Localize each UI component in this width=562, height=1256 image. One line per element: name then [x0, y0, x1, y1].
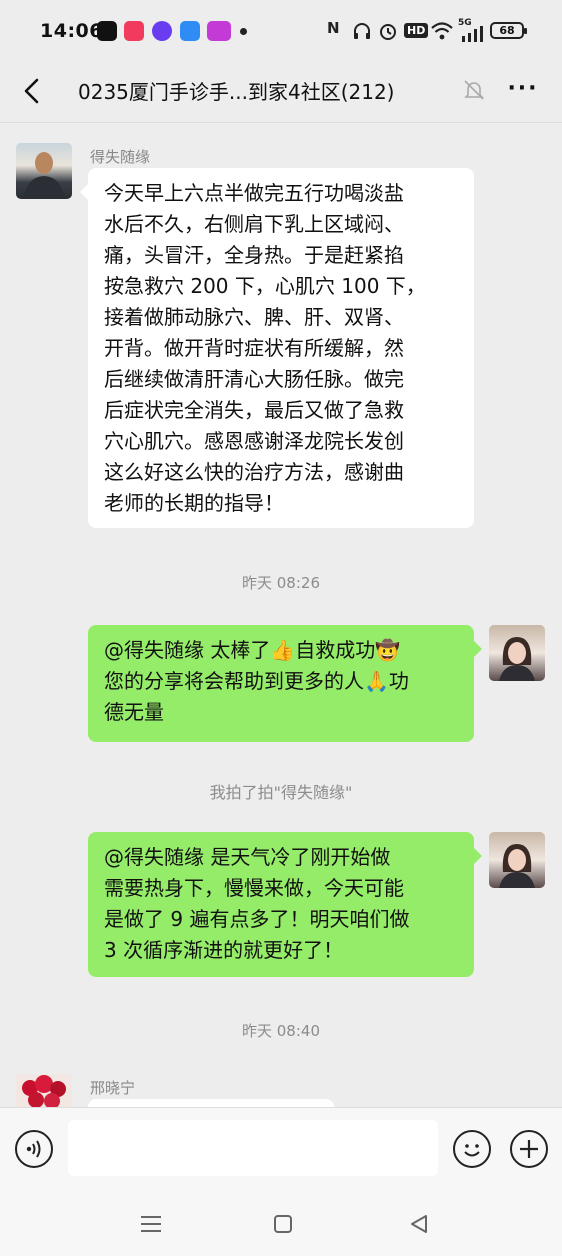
hd-badge-icon: HD [404, 23, 429, 38]
message-bubble[interactable]: @得失随缘 是天气冷了刚开始做 需要热身下，慢慢来做，今天可能 是做了 9 遍有… [88, 832, 482, 977]
alarm-icon [380, 24, 396, 40]
message-line: 穴心肌穴。感恩感谢泽龙院长发创 [104, 429, 404, 453]
person-avatar-icon [24, 152, 64, 199]
message-line: 按急救穴 200 下，心肌穴 100 下， [104, 274, 426, 298]
system-nav-bar [0, 1189, 562, 1256]
message-line: @得失随缘 太棒了👍自救成功🤠 [104, 638, 401, 662]
battery-icon: 68 [490, 22, 527, 39]
voice-waves-icon [26, 1140, 41, 1158]
message-line: 今天早上六点半做完五行功喝淡盐 [104, 181, 404, 205]
headphones-icon [354, 23, 370, 39]
message-line: 是做了 9 遍有点多了！明天咱们做 [104, 907, 410, 931]
message-bubble[interactable]: @得失随缘 太棒了👍自救成功🤠 您的分享将会帮助到更多的人🙏功 德无量 [88, 625, 482, 742]
message-input[interactable] [68, 1120, 438, 1176]
smile-face-icon [464, 1144, 480, 1157]
chevron-left-icon[interactable] [16, 74, 50, 108]
timestamp: 昨天 08:40 [242, 1022, 320, 1040]
more-dots-icon[interactable]: ··· [506, 76, 540, 106]
notification-dot-icon [240, 28, 247, 35]
message-line: 需要热身下，慢慢来做，今天可能 [104, 876, 404, 900]
timestamp: 昨天 08:26 [242, 574, 320, 592]
avatar[interactable] [489, 832, 545, 888]
avatar[interactable] [16, 1074, 72, 1107]
shop-app-icon [207, 21, 231, 41]
emoji-icon[interactable] [453, 1130, 491, 1168]
signal-icon [462, 26, 483, 42]
bell-off-icon [464, 80, 484, 100]
browser-app-icon [152, 21, 172, 41]
message-line: 后继续做清肝清心大肠任脉。做完 [104, 367, 404, 391]
plus-sign-icon [520, 1140, 538, 1158]
flowers-avatar-icon [22, 1075, 66, 1107]
message-line: 您的分享将会帮助到更多的人🙏功 [104, 669, 409, 693]
status-time: 14:06 [40, 20, 103, 42]
sender-name: 邢晓宁 [90, 1079, 136, 1097]
wifi-icon [431, 22, 453, 40]
nfc-icon: N [327, 19, 340, 37]
message-line: 这么好这么快的治疗方法，感谢曲 [104, 460, 404, 484]
menu-icon[interactable] [136, 1209, 166, 1239]
plus-icon[interactable] [510, 1130, 548, 1168]
home-icon[interactable] [268, 1209, 298, 1239]
message-line: 开背。做开背时症状有所缓解，然 [104, 336, 404, 360]
tiktok-app-icon [97, 21, 117, 41]
avatar[interactable] [489, 625, 545, 681]
sender-name: 得失随缘 [90, 148, 151, 166]
avatar[interactable] [16, 143, 72, 199]
chat-title: 0235厦门手诊手...到家4社区(212) [78, 80, 395, 104]
system-message: 我拍了拍"得失随缘" [209, 783, 353, 802]
message-bubble[interactable]: 今天早上六点半做完五行功喝淡盐 水后不久，右侧肩下乳上区域闷、 痛，头冒汗，全身… [80, 168, 474, 528]
back-triangle-icon[interactable] [404, 1209, 434, 1239]
message-bubble[interactable] [88, 1099, 334, 1107]
message-line: 老师的长期的指导！ [104, 491, 284, 515]
message-line: 痛，头冒汗，全身热。于是赶紧掐 [104, 243, 404, 267]
voice-icon[interactable] [15, 1130, 53, 1168]
message-line: 水后不久，右侧肩下乳上区域闷、 [104, 212, 404, 236]
video-app-icon [124, 21, 144, 41]
message-line: 3 次循序渐进的就更好了！ [104, 938, 344, 962]
status-bar: 14:06 N HD 5G 68 [0, 0, 562, 62]
input-bar [0, 1107, 562, 1190]
message-line: 德无量 [104, 700, 164, 724]
message-line: @得失随缘 是天气冷了刚开始做 [104, 845, 391, 869]
person-avatar-icon [499, 637, 535, 681]
person-avatar-icon [499, 844, 535, 888]
feather-app-icon [180, 21, 200, 41]
message-line: 接着做肺动脉穴、脾、肝、双肾、 [104, 305, 404, 329]
message-line: 后症状完全消失，最后又做了急救 [104, 398, 404, 422]
chat-header: 0235厦门手诊手...到家4社区(212) ··· [0, 62, 562, 123]
